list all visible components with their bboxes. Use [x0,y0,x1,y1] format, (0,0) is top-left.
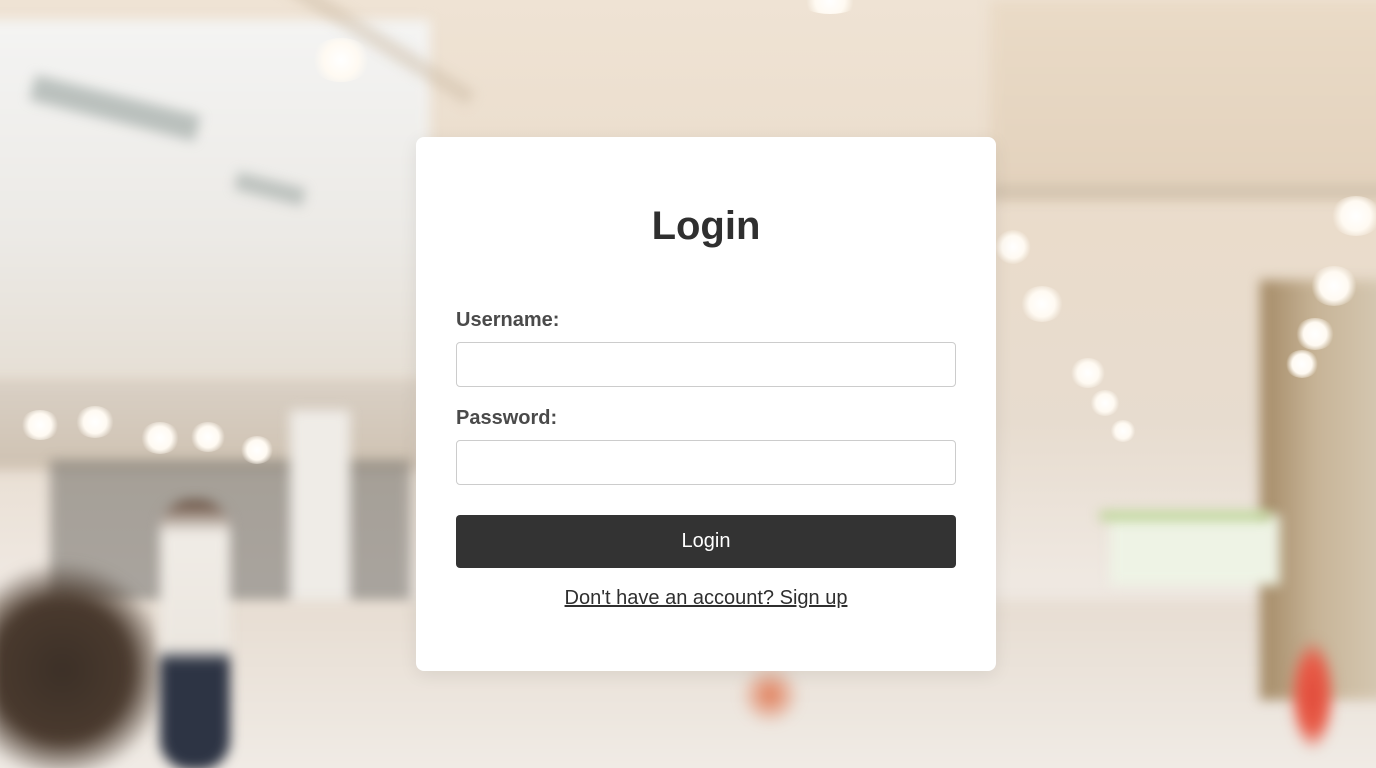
bg-person [160,500,230,768]
signup-link[interactable]: Don't have an account? Sign up [565,587,848,609]
bg-lamp [1110,420,1136,442]
bg-lamp [995,230,1031,264]
bg-ceiling [990,0,1376,200]
bg-wall [0,20,430,380]
bg-lamp [140,422,180,454]
username-label: Username: [456,309,560,331]
bg-beam [990,185,1376,199]
bg-lamp [310,38,372,82]
signup-row: Don't have an account? Sign up [416,586,996,610]
bg-lamp [1310,266,1358,306]
login-card: Login Username: Password: Login Don't ha… [416,137,996,671]
bg-lamp [75,406,115,438]
username-input[interactable] [456,342,956,387]
bg-child [1290,640,1335,750]
bg-lamp [1020,286,1064,322]
bg-lamp [240,436,274,464]
bg-lamp [800,0,860,14]
bg-person [740,665,800,725]
bg-people [0,560,170,768]
password-label: Password: [456,407,558,429]
bg-lamp [1295,318,1335,350]
page-title: Login [651,204,761,248]
bg-lamp [1070,358,1106,388]
bg-shop [1110,515,1280,585]
bg-lamp [1090,390,1120,416]
password-input[interactable] [456,440,956,485]
bg-lamp [20,410,60,440]
bg-lamp [190,422,226,452]
bg-lamp [1330,196,1376,236]
bg-shop-strip [1100,512,1270,520]
login-button[interactable]: Login [456,515,956,568]
bg-lamp [1285,350,1319,378]
